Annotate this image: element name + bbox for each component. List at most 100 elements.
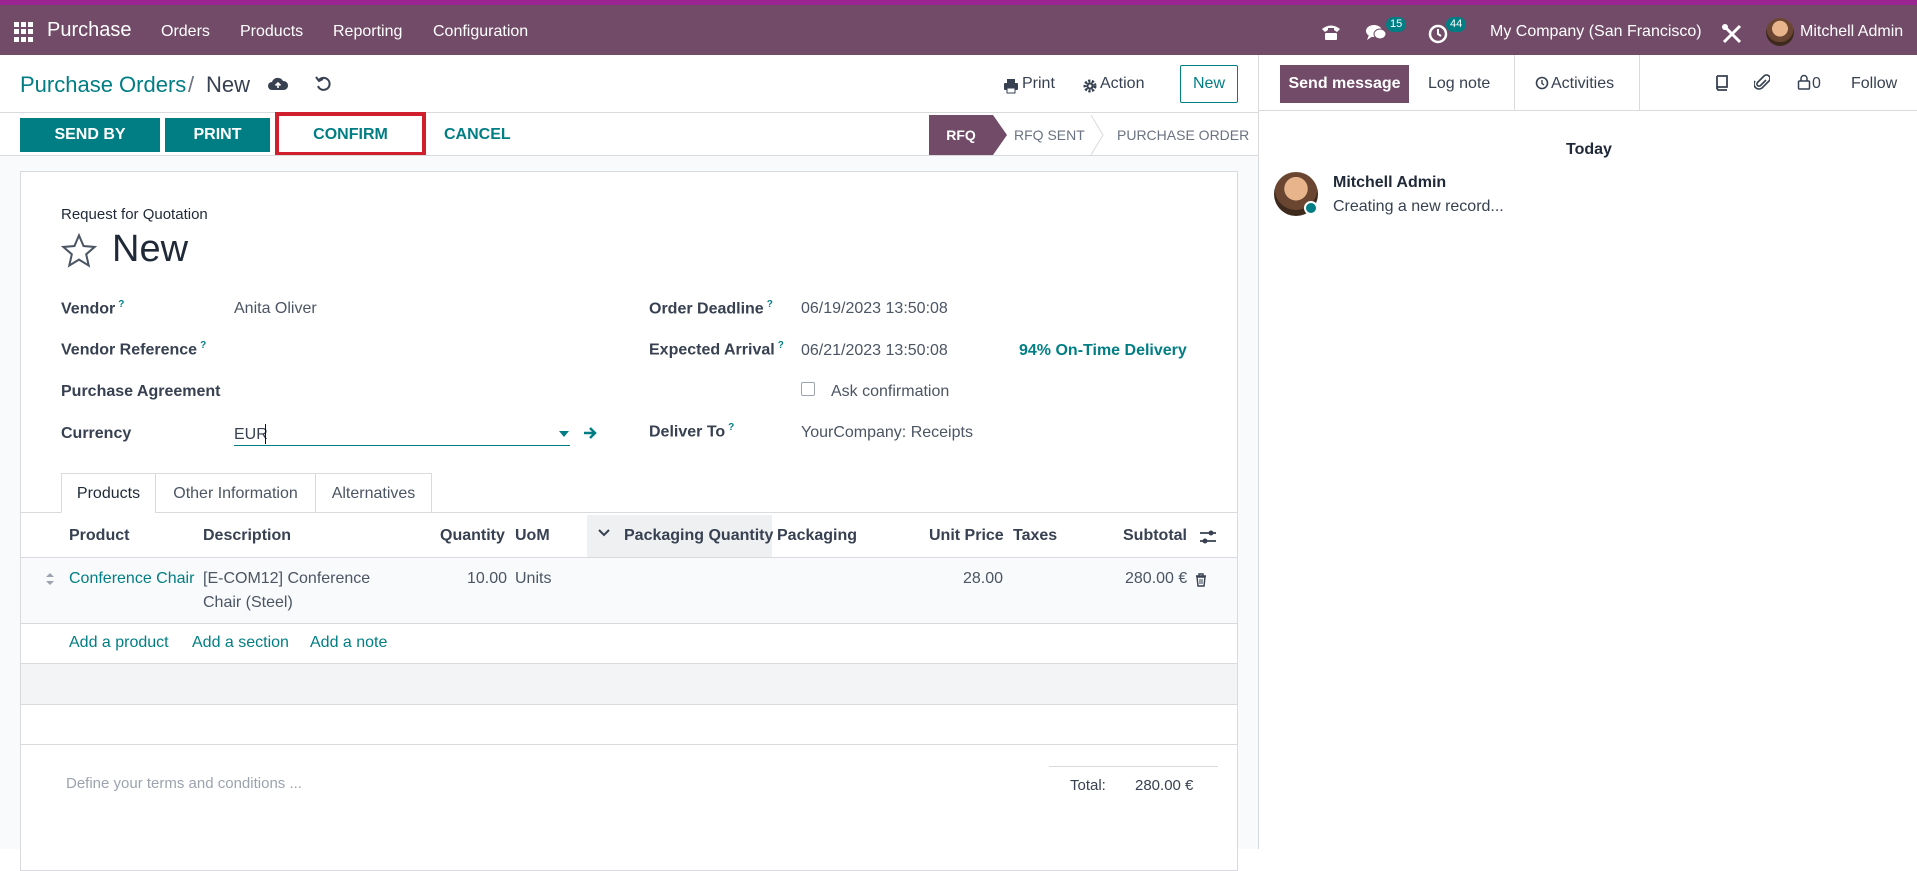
col-header-packaging-quantity[interactable]: Packaging Quantity: [624, 527, 773, 545]
col-header-subtotal[interactable]: Subtotal: [1123, 527, 1187, 545]
currency-input[interactable]: EUR: [234, 426, 268, 444]
print-icon: [1004, 79, 1018, 94]
cancel-button[interactable]: CANCEL: [432, 118, 523, 152]
record-title: New: [112, 228, 189, 270]
add-product-link[interactable]: Add a product: [69, 634, 169, 652]
row-divider: [21, 744, 1237, 745]
message-author[interactable]: Mitchell Admin: [1333, 174, 1446, 192]
app-menu-icon[interactable]: [14, 22, 34, 42]
messages-icon[interactable]: [1365, 23, 1387, 43]
row-quantity[interactable]: 10.00: [467, 570, 507, 588]
row-product[interactable]: Conference Chair: [69, 570, 194, 588]
col-header-quantity[interactable]: Quantity: [440, 527, 505, 545]
row-subtotal: 280.00 €: [1125, 570, 1188, 587]
add-note-link[interactable]: Add a note: [310, 634, 387, 652]
company-switcher[interactable]: My Company (San Francisco): [1490, 23, 1702, 41]
trash-icon[interactable]: [1195, 573, 1207, 587]
deliver-to-label-text: Deliver To: [649, 423, 726, 441]
chatter-divider: [1258, 55, 1259, 849]
terms-conditions-input[interactable]: Define your terms and conditions ...: [66, 775, 302, 792]
help-tooltip-icon[interactable]: ?: [728, 422, 734, 433]
text-cursor: [265, 424, 266, 444]
status-step-rfq-sent[interactable]: RFQ SENT: [1014, 115, 1085, 155]
menu-products[interactable]: Products: [240, 23, 303, 41]
app-name[interactable]: Purchase: [47, 19, 132, 42]
menu-configuration[interactable]: Configuration: [433, 23, 528, 41]
activities-clock-icon[interactable]: [1428, 24, 1448, 44]
vendor-label-text: Vendor: [61, 300, 116, 318]
activities-button[interactable]: Activities: [1551, 65, 1614, 103]
log-note-button[interactable]: Log note: [1428, 65, 1490, 103]
follow-button[interactable]: Follow: [1851, 65, 1897, 103]
action-menu-button[interactable]: Action: [1100, 65, 1144, 103]
print-rfq-button[interactable]: PRINT RFQ: [165, 118, 270, 177]
chatter-tab-divider: [1639, 55, 1640, 110]
tab-other-information[interactable]: Other Information: [155, 473, 316, 513]
discard-undo-icon[interactable]: [313, 74, 335, 94]
order-deadline-label: Order Deadline?: [649, 299, 773, 318]
send-message-button[interactable]: Send message: [1280, 65, 1409, 103]
help-tooltip-icon[interactable]: ?: [767, 299, 773, 310]
document-type-label: Request for Quotation: [61, 206, 208, 223]
send-by-email-button[interactable]: SEND BY EMAIL: [20, 118, 160, 177]
vendor-reference-field[interactable]: [234, 334, 570, 364]
arrow-right-icon[interactable]: [582, 425, 598, 441]
ask-confirmation-checkbox[interactable]: [801, 382, 815, 396]
row-uom[interactable]: Units: [515, 570, 551, 588]
date-separator: Today: [1566, 141, 1612, 158]
currency-input-underline: [234, 445, 570, 446]
help-tooltip-icon[interactable]: ?: [778, 340, 784, 351]
debug-tools-icon[interactable]: [1721, 23, 1743, 45]
activities-count-badge: 44: [1446, 17, 1467, 32]
print-button[interactable]: Print: [1022, 65, 1055, 103]
vendor-field[interactable]: Anita Oliver: [234, 300, 317, 318]
add-section-link[interactable]: Add a section: [192, 634, 289, 652]
breadcrumb-parent[interactable]: Purchase Orders: [20, 72, 186, 98]
col-header-product[interactable]: Product: [69, 527, 129, 545]
col-header-taxes[interactable]: Taxes: [1013, 527, 1057, 545]
expected-arrival-label-text: Expected Arrival: [649, 341, 775, 359]
total-value: 280.00 €: [1135, 777, 1194, 794]
on-time-delivery-stat[interactable]: 94% On-Time Delivery: [1019, 342, 1187, 360]
col-header-uom[interactable]: UoM: [515, 527, 550, 545]
tab-alternatives[interactable]: Alternatives: [315, 473, 432, 513]
col-header-description[interactable]: Description: [203, 527, 291, 545]
ask-confirmation-label: Ask confirmation: [831, 383, 950, 400]
new-record-button[interactable]: New: [1180, 65, 1238, 103]
purchase-agreement-field[interactable]: [234, 377, 570, 407]
star-priority-icon[interactable]: [60, 233, 98, 269]
col-header-packaging[interactable]: Packaging: [777, 527, 857, 545]
table-row[interactable]: [21, 558, 1237, 623]
user-menu[interactable]: Mitchell Admin: [1800, 23, 1903, 41]
phone-icon[interactable]: [1320, 22, 1342, 42]
vendor-reference-label-text: Vendor Reference: [61, 341, 198, 359]
menu-orders[interactable]: Orders: [161, 23, 210, 41]
paperclip-icon[interactable]: [1754, 73, 1770, 91]
drag-handle-icon[interactable]: [45, 572, 55, 586]
knowledge-book-icon[interactable]: [1714, 75, 1728, 91]
caret-down-icon[interactable]: [559, 431, 569, 437]
followers-count[interactable]: 0: [1812, 65, 1821, 103]
status-step-purchase-order[interactable]: PURCHASE ORDER: [1117, 115, 1249, 155]
col-header-unit-price[interactable]: Unit Price: [929, 527, 1004, 545]
deliver-to-field[interactable]: YourCompany: Receipts: [801, 424, 973, 442]
row-description-line1[interactable]: [E-COM12] Conference: [203, 570, 370, 588]
messages-count-badge: 15: [1386, 17, 1407, 32]
menu-reporting[interactable]: Reporting: [333, 23, 402, 41]
help-tooltip-icon[interactable]: ?: [200, 340, 206, 351]
user-avatar[interactable]: [1766, 18, 1794, 46]
expected-arrival-label: Expected Arrival?: [649, 340, 784, 359]
chatter-tab-divider: [1514, 55, 1515, 110]
column-settings-icon[interactable]: [1199, 530, 1217, 544]
divider: [0, 112, 1258, 113]
order-deadline-field[interactable]: 06/19/2023 13:50:08: [801, 300, 948, 318]
status-step-rfq[interactable]: RFQ: [929, 115, 1007, 155]
row-description-line2[interactable]: Chair (Steel): [203, 594, 293, 612]
expected-arrival-field[interactable]: 06/21/2023 13:50:08: [801, 342, 948, 360]
tab-products[interactable]: Products: [61, 473, 156, 513]
row-unit-price[interactable]: 28.00: [963, 570, 1003, 588]
lock-followers-icon[interactable]: [1797, 74, 1811, 90]
save-cloud-icon[interactable]: [267, 74, 289, 94]
help-tooltip-icon[interactable]: ?: [118, 299, 124, 310]
sort-chevron-down-icon[interactable]: [598, 528, 610, 538]
